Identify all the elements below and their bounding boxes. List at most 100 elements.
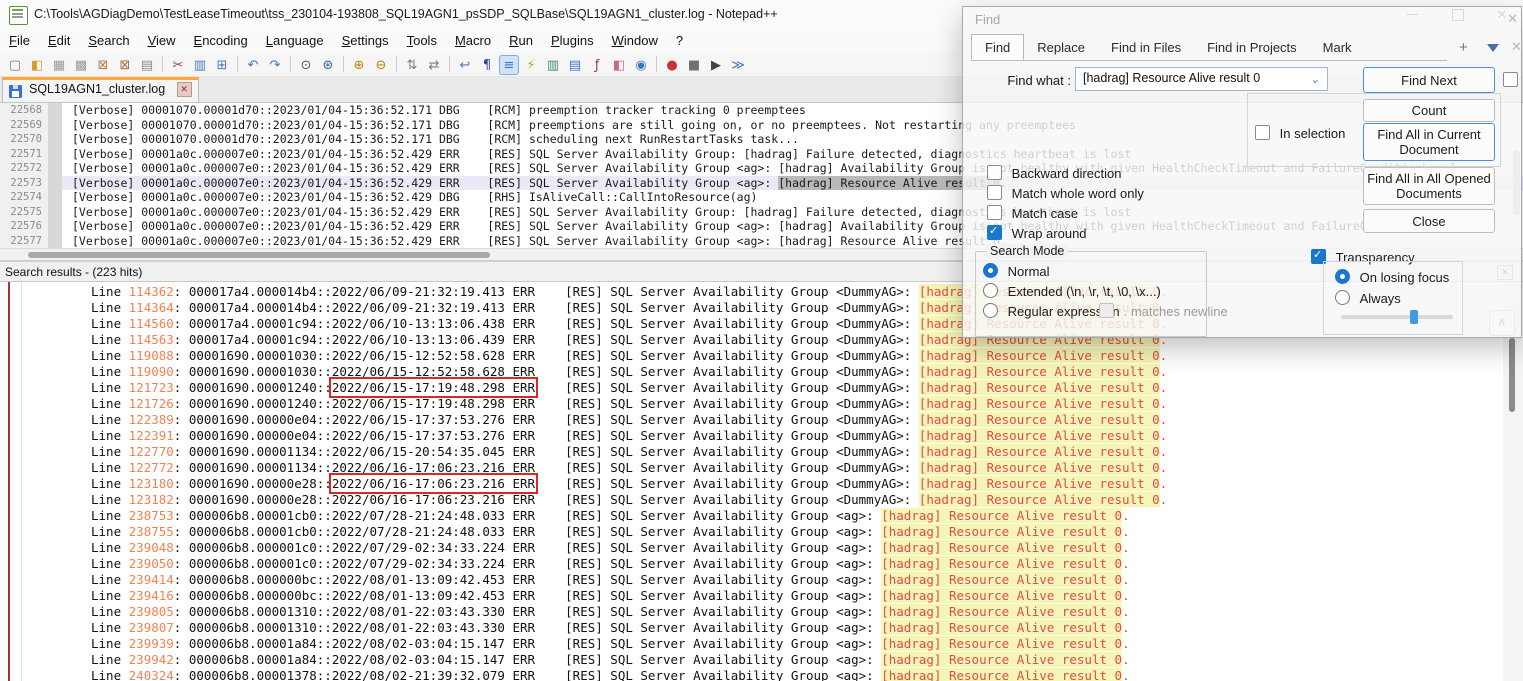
search-result-row[interactable]: Line 240324: 000006b8.00001378::2022/08/… (0, 668, 1523, 681)
document-map-icon[interactable]: ▥ (543, 55, 563, 75)
save-icon[interactable]: ▦ (49, 55, 69, 75)
chevron-down-icon[interactable] (1310, 72, 1320, 86)
new-file-icon[interactable]: ▢ (5, 55, 25, 75)
replace-icon[interactable]: ⊛ (318, 55, 338, 75)
record-macro-icon[interactable]: ● (662, 55, 682, 75)
search-result-row[interactable]: Line 238753: 000006b8.00001cb0::2022/07/… (0, 508, 1523, 524)
search-result-row[interactable]: Line 121726: 00001690.00001240::2022/06/… (0, 396, 1523, 412)
menu-item[interactable]: Search (79, 30, 138, 48)
paste-icon[interactable]: ⊞ (212, 55, 232, 75)
search-result-row[interactable]: Line 122389: 00001690.00000e04::2022/06/… (0, 412, 1523, 428)
menu-item[interactable]: Language (257, 30, 333, 48)
cut-icon[interactable]: ✂ (168, 55, 188, 75)
backward-direction-checkbox[interactable] (987, 165, 1002, 180)
find-dialog-tab-replace[interactable]: Replace (1024, 35, 1098, 59)
menu-item[interactable]: Run (500, 30, 542, 48)
save-all-icon[interactable]: ▩ (71, 55, 91, 75)
tabstrip-close-icon[interactable] (1511, 39, 1522, 55)
line-number: 22571 (0, 146, 48, 161)
print-icon[interactable]: ▤ (137, 55, 157, 75)
search-mode-extended-radio[interactable] (983, 283, 998, 298)
show-all-characters-icon[interactable]: ¶ (477, 55, 497, 75)
matches-newline-checkbox[interactable] (1099, 303, 1114, 318)
close-button[interactable]: Close (1363, 209, 1495, 233)
search-result-row[interactable]: Line 121723: 00001690.00001240::2022/06/… (0, 377, 1523, 398)
menu-item[interactable]: File (0, 30, 39, 48)
search-result-row[interactable]: Line 239416: 000006b8.000000bc::2022/08/… (0, 588, 1523, 604)
function-list-icon[interactable]: ƒ (587, 55, 607, 75)
search-result-row[interactable]: Line 239048: 000006b8.000001c0::2022/07/… (0, 540, 1523, 556)
zoom-out-icon[interactable]: ⊖ (371, 55, 391, 75)
match-case-checkbox[interactable] (987, 205, 1002, 220)
menu-item[interactable]: Tools (398, 30, 446, 48)
find-dialog-tab-find-in-projects[interactable]: Find in Projects (1194, 35, 1310, 59)
user-defined-language-icon[interactable]: ⚡ (521, 55, 541, 75)
find-all-current-button[interactable]: Find All in Current Document (1363, 123, 1495, 161)
monitoring-eye-icon[interactable]: ◉ (631, 55, 651, 75)
zoom-in-icon[interactable]: ⊕ (349, 55, 369, 75)
find-dialog-tab-mark[interactable]: Mark (1310, 35, 1365, 59)
plus-icon[interactable] (1459, 39, 1468, 56)
indent-guide-icon[interactable]: ≡ (499, 55, 519, 75)
find-dialog-tab-find[interactable]: Find (971, 34, 1025, 60)
transparency-slider-thumb[interactable] (1410, 310, 1419, 324)
menu-item[interactable]: Plugins (542, 30, 603, 48)
search-result-row[interactable]: Line 122772: 00001690.00001134::2022/06/… (0, 460, 1523, 476)
menu-item[interactable]: Window (603, 30, 667, 48)
search-result-row[interactable]: Line 119088: 00001690.00001030::2022/06/… (0, 348, 1523, 364)
menu-item[interactable]: Encoding (185, 30, 257, 48)
find-icon[interactable]: ⊙ (296, 55, 316, 75)
find-dialog-close-icon[interactable] (1507, 11, 1518, 27)
search-result-row[interactable]: Line 122770: 00001690.00001134::2022/06/… (0, 444, 1523, 460)
search-result-row[interactable]: Line 122391: 00001690.00000e04::2022/06/… (0, 428, 1523, 444)
on-losing-focus-radio[interactable] (1335, 269, 1350, 284)
search-results-panel[interactable]: Line 114362: 000017a4.000014b4::2022/06/… (0, 282, 1523, 681)
results-scrollbar-thumb[interactable] (1509, 338, 1515, 412)
copy-icon[interactable]: ▥ (190, 55, 210, 75)
menu-item[interactable]: View (139, 30, 185, 48)
match-whole-word-checkbox[interactable] (987, 185, 1002, 200)
undo-icon[interactable]: ↶ (243, 55, 263, 75)
search-result-row[interactable]: Line 239807: 000006b8.00001310::2022/08/… (0, 620, 1523, 636)
search-result-row[interactable]: Line 239050: 000006b8.000001c0::2022/07/… (0, 556, 1523, 572)
always-radio[interactable] (1335, 290, 1350, 305)
search-mode-regex-radio[interactable] (983, 303, 998, 318)
menu-item[interactable]: ? (667, 30, 692, 48)
tab-close-icon[interactable] (176, 82, 192, 97)
find-dialog-tab-find-in-files[interactable]: Find in Files (1098, 35, 1194, 59)
sync-horizontal-icon[interactable]: ⇄ (424, 55, 444, 75)
dropdown-arrow-icon[interactable] (1487, 44, 1499, 52)
search-result-row[interactable]: Line 123182: 00001690.00000e28::2022/06/… (0, 492, 1523, 508)
sync-vertical-icon[interactable]: ⇅ (402, 55, 422, 75)
play-macro-icon[interactable]: ▶ (706, 55, 726, 75)
transparency-slider[interactable] (1341, 310, 1453, 324)
menu-item[interactable]: Settings (333, 30, 398, 48)
redo-icon[interactable]: ↷ (265, 55, 285, 75)
open-file-icon[interactable]: ◧ (27, 55, 47, 75)
search-result-row[interactable]: Line 239939: 000006b8.00001a84::2022/08/… (0, 636, 1523, 652)
wrap-around-checkbox[interactable] (987, 224, 1002, 240)
search-result-row[interactable]: Line 123180: 00001690.00000e28::2022/06/… (0, 473, 1523, 494)
search-mode-normal-radio[interactable] (983, 263, 998, 278)
menu-item[interactable]: Edit (39, 30, 79, 48)
menu-item[interactable]: Macro (446, 30, 500, 48)
search-result-row[interactable]: Line 119090: 00001690.00001030::2022/06/… (0, 364, 1523, 380)
close-all-files-icon[interactable]: ⊠ (115, 55, 135, 75)
close-file-icon[interactable]: ⊠ (93, 55, 113, 75)
find-what-combobox[interactable]: [hadrag] Resource Alive result 0 (1075, 67, 1328, 91)
word-wrap-icon[interactable]: ↩ (455, 55, 475, 75)
horizontal-scrollbar-thumb[interactable] (28, 252, 490, 258)
two-buttons-mode-checkbox[interactable] (1503, 72, 1518, 87)
tab-sql19agn1-cluster-log[interactable]: SQL19AGN1_cluster.log (2, 77, 199, 102)
find-next-button[interactable]: Find Next (1363, 67, 1495, 93)
document-list-icon[interactable]: ▤ (565, 55, 585, 75)
search-result-row[interactable]: Line 239414: 000006b8.000000bc::2022/08/… (0, 572, 1523, 588)
search-result-row[interactable]: Line 239805: 000006b8.00001310::2022/08/… (0, 604, 1523, 620)
find-all-opened-button[interactable]: Find All in All Opened Documents (1363, 167, 1495, 205)
folder-as-workspace-icon[interactable]: ◧ (609, 55, 629, 75)
search-result-row[interactable]: Line 239942: 000006b8.00001a84::2022/08/… (0, 652, 1523, 668)
stop-macro-icon[interactable]: ■ (684, 55, 704, 75)
run-macro-multiple-icon[interactable]: ≫ (728, 55, 748, 75)
in-selection-checkbox[interactable] (1255, 125, 1270, 140)
search-result-row[interactable]: Line 238755: 000006b8.00001cb0::2022/07/… (0, 524, 1523, 540)
